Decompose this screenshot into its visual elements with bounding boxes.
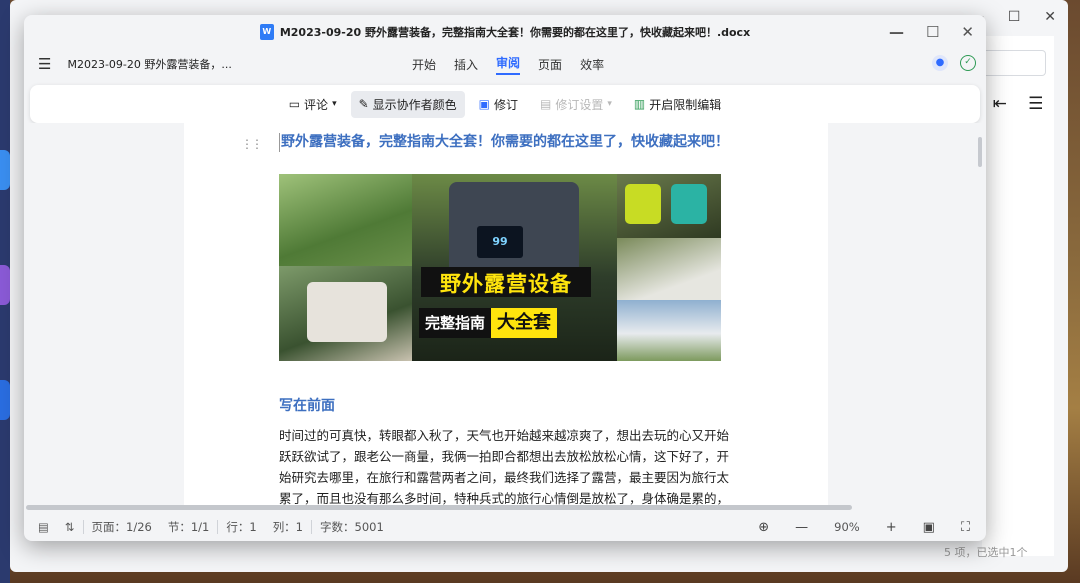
tab-insert[interactable]: 插入: [454, 56, 478, 73]
menu-right-icons: ● ✓: [932, 55, 976, 71]
drag-handle-icon[interactable]: ⋮⋮: [241, 137, 263, 151]
lock-doc-icon: ▥: [633, 97, 646, 111]
revise-label: 修订: [494, 97, 519, 112]
comment-label: 评论: [304, 97, 329, 112]
revise-button[interactable]: ▣ 修订: [471, 91, 526, 118]
document-short-title[interactable]: M2023-09-20 野外露营装备，...: [67, 56, 231, 72]
section-heading[interactable]: 写在前面: [279, 395, 335, 415]
background-list-icons: ⇤ ☰: [982, 94, 1054, 114]
show-collaborator-colors-button[interactable]: ✎ 显示协作者颜色: [350, 90, 465, 118]
horizontal-scrollbar[interactable]: [26, 505, 852, 510]
tab-efficiency[interactable]: 效率: [580, 56, 604, 73]
hero-image: 99 野外露营设备 完整指南 大全套: [279, 174, 721, 361]
yellow-light-shape: [625, 184, 661, 224]
desktop-app-chip: [0, 265, 10, 305]
settings-doc-icon: ▤: [540, 97, 552, 111]
title-bar: W M2023-09-20 野外露营装备，完整指南大全套！你需要的都在这里了，快…: [24, 15, 986, 49]
hero-banner-right: 大全套: [491, 308, 558, 338]
window-title: M2023-09-20 野外露营装备，完整指南大全套！你需要的都在这里了，快收藏…: [279, 26, 751, 39]
status-bar: ▤ ⇅ 页面：1/26 节：1/1 行：1 列：1 字数：5001 ⊕ — 90…: [24, 513, 986, 541]
desktop-left-strip: [0, 0, 10, 583]
document-page[interactable]: ⋮⋮ 野外露营装备，完整指南大全套！你需要的都在这里了，快收藏起来吧！ 99 野…: [184, 123, 828, 509]
word-doc-icon: W: [259, 24, 274, 40]
comment-icon: ▭: [288, 97, 301, 111]
review-toolbar: ▭ 评论 ▾ ✎ 显示协作者颜色 ▣ 修订 ▤ 修订设置 ▾ ▥ 开启限制编辑: [30, 85, 980, 123]
tab-start[interactable]: 开始: [412, 56, 436, 73]
pen-icon: ✎: [358, 97, 369, 111]
restrict-edit-label: 开启限制编辑: [649, 97, 722, 112]
cloud-sync-icon[interactable]: ✓: [960, 55, 976, 71]
user-avatar-icon[interactable]: ●: [932, 55, 948, 71]
chevron-down-icon: ▾: [332, 99, 337, 109]
fit-width-icon[interactable]: ▣: [923, 520, 935, 535]
hero-banner-title: 野外露营设备: [421, 267, 591, 297]
background-search-input[interactable]: [982, 50, 1046, 76]
row-indicator: 行：1: [226, 520, 257, 534]
revise-settings-label: 修订设置: [555, 97, 604, 112]
comment-button[interactable]: ▭ 评论 ▾: [281, 91, 345, 118]
background-status-text: 5 项，已选中1个: [944, 546, 1028, 559]
vertical-scrollbar[interactable]: [978, 137, 982, 167]
teal-light-shape: [671, 184, 707, 224]
document-window: W M2023-09-20 野外露营装备，完整指南大全套！你需要的都在这里了，快…: [24, 15, 986, 541]
word-count[interactable]: 字数：5001: [312, 519, 392, 535]
revise-settings-button[interactable]: ▤ 修订设置 ▾: [532, 91, 620, 118]
zoom-controls: ⊕ — 90% + ▣ ⛶: [758, 513, 970, 541]
background-side-panel: ⇤ ☰: [982, 36, 1054, 556]
zoom-in-button[interactable]: +: [886, 520, 897, 535]
zoom-out-button[interactable]: —: [795, 520, 808, 535]
body-paragraph[interactable]: 时间过的可真快，转眼都入秋了，天气也开始越来越凉爽了，想出去玩的心又开始跃跃欲试…: [279, 425, 737, 509]
outdent-icon[interactable]: ⇤: [993, 94, 1007, 114]
ribbon-tabs: 开始 插入 审阅 页面 效率: [412, 49, 604, 79]
hero-banner-left: 完整指南: [419, 308, 492, 338]
list-icon[interactable]: ☰: [1028, 94, 1043, 114]
lantern-photo: [617, 238, 721, 300]
section-indicator: 节：1/1: [167, 520, 210, 534]
zoom-level[interactable]: 90%: [834, 520, 860, 534]
desktop-app-chip: [0, 380, 10, 420]
close-button[interactable]: ✕: [961, 23, 974, 41]
hamburger-menu-icon[interactable]: ☰: [38, 55, 51, 73]
tent-photo: [617, 300, 721, 361]
maximize-icon[interactable]: ☐: [1008, 9, 1021, 25]
tab-review[interactable]: 审阅: [496, 54, 521, 75]
window-controls: — ☐ ✕: [889, 15, 974, 49]
maximize-button[interactable]: ☐: [926, 23, 939, 41]
outline-icon[interactable]: ▤: [30, 520, 57, 534]
close-icon[interactable]: ✕: [1044, 9, 1056, 25]
page-indicator[interactable]: 页面：1/26: [84, 519, 160, 535]
show-colors-label: 显示协作者颜色: [372, 97, 457, 112]
desktop-app-chip: [0, 150, 10, 190]
layout-icon[interactable]: ⇅: [57, 520, 83, 534]
column-indicator: 列：1: [272, 520, 304, 534]
document-title[interactable]: 野外露营装备，完整指南大全套！你需要的都在这里了，快收藏起来吧！: [279, 133, 729, 152]
restrict-edit-button[interactable]: ▥ 开启限制编辑: [626, 91, 729, 118]
tab-page[interactable]: 页面: [538, 56, 562, 73]
globe-icon[interactable]: ⊕: [758, 520, 769, 535]
menu-bar: ☰ M2023-09-20 野外露营装备，... 开始 插入 审阅 页面 效率 …: [24, 49, 986, 79]
chevron-down-icon: ▾: [607, 99, 612, 109]
power-station-display: 99: [477, 226, 523, 258]
camping-cart-photo: [279, 174, 412, 266]
hero-banner-subtitle: 完整指南 大全套: [419, 308, 601, 338]
revise-icon: ▣: [478, 97, 491, 111]
cooler-box-shape: [307, 282, 387, 342]
document-canvas[interactable]: ⋮⋮ 野外露营装备，完整指南大全套！你需要的都在这里了，快收藏起来吧！ 99 野…: [24, 123, 986, 509]
fullscreen-icon[interactable]: ⛶: [961, 520, 970, 535]
minimize-button[interactable]: —: [889, 23, 904, 41]
